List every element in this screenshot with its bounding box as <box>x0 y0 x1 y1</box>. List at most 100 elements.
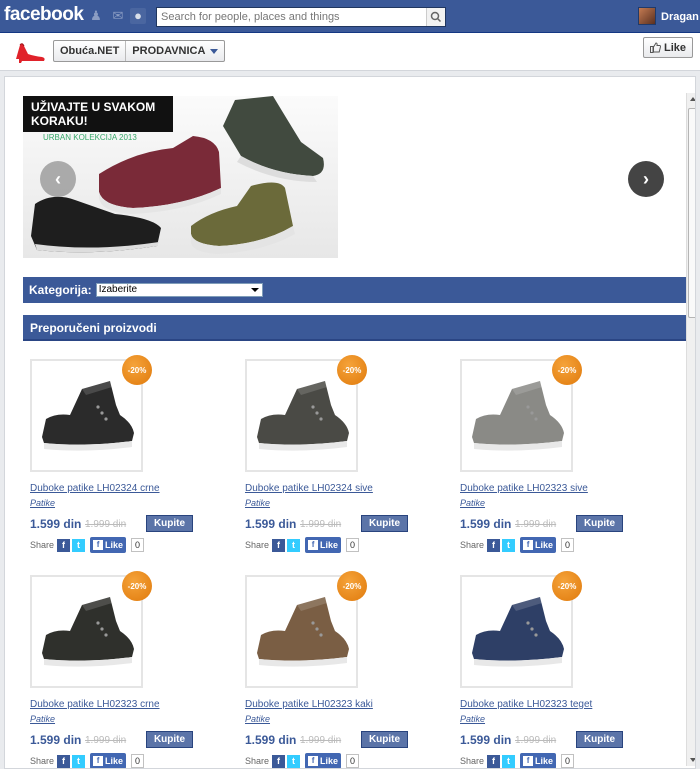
facebook-share-icon[interactable]: f <box>57 754 71 768</box>
like-label: Like <box>320 756 339 766</box>
product-name-link[interactable]: Duboke patike LH02323 crne <box>30 699 160 710</box>
category-bar: Kategorija: Izaberite <box>23 277 686 303</box>
avatar[interactable] <box>638 7 656 25</box>
facebook-like-button[interactable]: f Like <box>305 753 342 768</box>
product-card: -20% Duboke patike LH02323 sive Patike 1… <box>460 355 660 564</box>
like-label: Like <box>320 540 339 550</box>
buy-button[interactable]: Kupite <box>361 515 408 532</box>
product-image[interactable]: -20% <box>460 571 582 688</box>
share-label: Share <box>460 756 485 766</box>
facebook-share-icon[interactable]: f <box>57 538 71 552</box>
product-image[interactable]: -20% <box>245 355 367 472</box>
share-row: Share f t f Like 0 <box>460 753 575 768</box>
buy-button[interactable]: Kupite <box>576 731 623 748</box>
product-name-link[interactable]: Duboke patike LH02323 kaki <box>245 699 373 710</box>
product-old-price: 1.999 din <box>85 735 127 746</box>
twitter-share-icon[interactable]: t <box>287 754 301 768</box>
page-like-button[interactable]: Like <box>643 37 693 58</box>
like-label: Like <box>105 540 124 550</box>
like-label: Like <box>105 756 124 766</box>
share-label: Share <box>30 756 55 766</box>
category-select[interactable]: Izaberite <box>95 283 263 297</box>
product-card: -20% Duboke patike LH02324 crne Patike 1… <box>30 355 230 564</box>
facebook-f-icon: f <box>523 540 534 550</box>
product-image[interactable]: -20% <box>30 571 152 688</box>
scroll-down-arrow-icon[interactable] <box>690 758 695 762</box>
dropdown-arrow-icon <box>250 288 259 292</box>
facebook-share-icon[interactable]: f <box>272 754 286 768</box>
scroll-up-arrow-icon[interactable] <box>690 97 695 101</box>
friend-requests-icon[interactable]: ♟ <box>88 8 104 24</box>
twitter-share-icon[interactable]: t <box>72 754 86 768</box>
scrollbar-thumb[interactable] <box>688 108 695 318</box>
product-price: 1.599 din <box>460 733 512 747</box>
twitter-share-icon[interactable]: t <box>287 538 301 552</box>
facebook-like-button[interactable]: f Like <box>520 753 557 768</box>
shop-app-frame: UŽIVAJTE U SVAKOM KORAKU! URBAN KOLEKCIJ… <box>4 76 696 769</box>
product-image[interactable]: -20% <box>30 355 152 472</box>
facebook-like-button[interactable]: f Like <box>305 537 342 553</box>
page-tab-dropdown[interactable]: PRODAVNICA <box>126 41 224 61</box>
vertical-scrollbar[interactable] <box>686 93 695 766</box>
facebook-share-icon[interactable]: f <box>487 754 501 768</box>
page-tab-label: PRODAVNICA <box>132 45 206 57</box>
product-category-link[interactable]: Patike <box>460 498 485 508</box>
product-category-link[interactable]: Patike <box>245 714 270 724</box>
discount-badge: -20% <box>122 355 152 385</box>
sneaker-image <box>257 381 349 451</box>
facebook-like-button[interactable]: f Like <box>90 537 127 553</box>
discount-badge: -20% <box>337 355 367 385</box>
facebook-share-icon[interactable]: f <box>272 538 286 552</box>
slider-prev-button[interactable]: ‹ <box>40 161 76 197</box>
sneaker-image <box>257 597 349 667</box>
like-count: 0 <box>346 538 360 552</box>
search-icon <box>430 11 442 23</box>
facebook-like-button[interactable]: f Like <box>90 753 127 768</box>
product-old-price: 1.999 din <box>300 735 342 746</box>
product-name-link[interactable]: Duboke patike LH02323 teget <box>460 699 592 710</box>
buy-button[interactable]: Kupite <box>146 515 193 532</box>
product-old-price: 1.999 din <box>300 519 342 530</box>
buy-button[interactable]: Kupite <box>146 731 193 748</box>
share-label: Share <box>460 540 485 550</box>
product-name-link[interactable]: Duboke patike LH02324 sive <box>245 483 373 494</box>
user-name-link[interactable]: Dragan <box>661 11 699 23</box>
sneaker-image <box>42 381 134 451</box>
twitter-share-icon[interactable]: t <box>502 754 516 768</box>
notifications-globe-icon[interactable]: ● <box>130 8 146 24</box>
product-category-link[interactable]: Patike <box>245 498 270 508</box>
product-category-link[interactable]: Patike <box>460 714 485 724</box>
buy-button[interactable]: Kupite <box>576 515 623 532</box>
page-logo-shoe-icon[interactable] <box>12 37 48 65</box>
product-price: 1.599 din <box>460 517 512 531</box>
twitter-share-icon[interactable]: t <box>72 538 86 552</box>
search-button[interactable] <box>426 8 445 26</box>
page-name[interactable]: Obuća.NET <box>54 41 127 61</box>
buy-button[interactable]: Kupite <box>361 731 408 748</box>
like-count: 0 <box>131 538 145 552</box>
slider-next-button[interactable]: › <box>628 161 664 197</box>
like-label: Like <box>535 540 554 550</box>
product-image[interactable]: -20% <box>245 571 367 688</box>
share-row: Share f t f Like 0 <box>245 753 360 768</box>
search-box <box>156 7 446 27</box>
product-card: -20% Duboke patike LH02323 kaki Patike 1… <box>245 571 445 768</box>
facebook-logo[interactable]: facebook <box>4 4 84 26</box>
facebook-share-icon[interactable]: f <box>487 538 501 552</box>
product-image[interactable]: -20% <box>460 355 582 472</box>
messages-icon[interactable]: ✉ <box>110 8 126 24</box>
search-input[interactable] <box>157 8 427 26</box>
product-category-link[interactable]: Patike <box>30 498 55 508</box>
facebook-like-button[interactable]: f Like <box>520 537 557 553</box>
product-name-link[interactable]: Duboke patike LH02324 crne <box>30 483 160 494</box>
category-label: Kategorija: <box>29 283 92 297</box>
product-price: 1.599 din <box>30 517 82 531</box>
share-label: Share <box>245 756 270 766</box>
twitter-share-icon[interactable]: t <box>502 538 516 552</box>
chevron-down-icon <box>210 48 219 54</box>
discount-badge: -20% <box>552 355 582 385</box>
product-name-link[interactable]: Duboke patike LH02323 sive <box>460 483 588 494</box>
page-tab-selector[interactable]: Obuća.NET PRODAVNICA <box>53 40 226 62</box>
like-count: 0 <box>561 538 575 552</box>
product-category-link[interactable]: Patike <box>30 714 55 724</box>
